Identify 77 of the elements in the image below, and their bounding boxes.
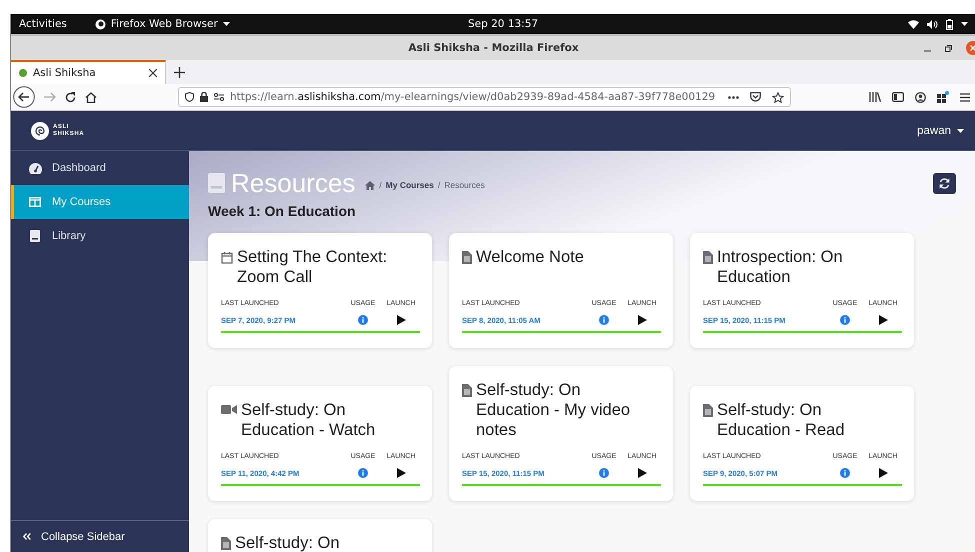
card-title: Setting The Context: Zoom Call [237, 247, 388, 287]
breadcrumb-current: Resources [444, 180, 485, 190]
speaker-icon[interactable] [927, 20, 938, 28]
caret-icon [957, 128, 964, 132]
sidebar-icon[interactable] [892, 92, 904, 102]
refresh-button[interactable] [933, 172, 956, 194]
info-icon[interactable] [358, 315, 368, 325]
app-menu-label: Firefox Web Browser [110, 18, 218, 30]
reload-icon[interactable] [65, 92, 76, 102]
shield-icon[interactable] [185, 92, 194, 102]
book-icon [30, 230, 40, 242]
window-title: Asli Shiksha - Mozilla Firefox [408, 42, 579, 54]
section-heading: Week 1: On Education [208, 203, 357, 219]
play-icon[interactable] [638, 315, 646, 325]
play-icon[interactable] [878, 468, 888, 478]
double-chevron-left-icon [23, 533, 31, 540]
browser-tab[interactable]: Asli Shiksha [11, 60, 166, 84]
lock-icon[interactable] [200, 92, 208, 102]
close-icon[interactable] [149, 69, 157, 77]
card-title: Self-study: On Education - My video notes [476, 380, 632, 440]
columns-icon [29, 197, 41, 207]
card-title: Welcome Note [476, 247, 584, 267]
sidebar-item[interactable]: Library [11, 219, 189, 253]
favicon-icon [19, 69, 27, 77]
gauge-icon [28, 162, 42, 174]
activities-button[interactable]: Activities [19, 18, 67, 30]
video-camera-icon [221, 404, 237, 415]
play-icon[interactable] [878, 315, 888, 325]
account-icon[interactable] [915, 92, 926, 102]
clock[interactable]: Sep 20 13:57 [468, 18, 538, 30]
play-icon[interactable] [396, 468, 406, 478]
sidebar-item[interactable]: Dashboard [11, 151, 189, 185]
breadcrumb-separator: / [438, 180, 440, 190]
url-text: https://learn.aslishiksha.com/my-elearnings/view/d0ab2939-89ad-4584-aa87-39f778e00129 [230, 91, 716, 103]
firefox-icon [94, 18, 106, 30]
logo-icon [31, 122, 49, 140]
document-icon [462, 251, 472, 264]
menu-icon[interactable] [960, 92, 970, 102]
wifi-icon[interactable] [908, 20, 919, 28]
home-icon[interactable] [85, 92, 97, 102]
refresh-icon [939, 178, 950, 188]
back-icon[interactable] [13, 86, 35, 108]
card-title: Self-study: On Education - Watch [241, 400, 376, 440]
extensions-icon[interactable] [937, 91, 949, 103]
battery-icon[interactable] [946, 18, 953, 30]
breadcrumb-link[interactable]: My Courses [386, 180, 434, 190]
user-menu[interactable]: pawan [917, 124, 964, 136]
library-icon[interactable] [869, 92, 881, 102]
info-icon[interactable] [599, 468, 609, 478]
book-icon [208, 173, 225, 193]
pocket-icon[interactable] [750, 92, 761, 102]
document-icon [221, 537, 231, 550]
more-icon[interactable] [728, 96, 739, 98]
card-title: Self-study: On Education - Read [717, 400, 846, 440]
info-icon[interactable] [599, 315, 609, 325]
play-icon[interactable] [396, 315, 406, 325]
play-icon[interactable] [638, 468, 646, 478]
calendar-icon [221, 251, 233, 264]
card-title: Introspection: On Education [717, 247, 844, 287]
app-menu[interactable]: Firefox Web Browser [94, 18, 230, 30]
permissions-icon[interactable] [214, 93, 224, 101]
caret-icon[interactable] [961, 22, 968, 26]
info-icon[interactable] [358, 468, 368, 478]
address-bar[interactable]: https://learn.aslishiksha.com/my-elearnings/view/d0ab2939-89ad-4584-aa87-39f778e00129 [178, 87, 791, 107]
card-title: Self-study: On [235, 533, 340, 552]
breadcrumb-separator: / [379, 180, 382, 190]
info-icon[interactable] [840, 315, 850, 325]
new-tab-icon[interactable] [174, 66, 185, 78]
caret-icon [222, 22, 230, 26]
star-icon[interactable] [772, 92, 784, 102]
document-icon [462, 384, 472, 397]
document-icon [703, 251, 713, 264]
page-title: Resources [231, 168, 356, 198]
document-icon [703, 404, 713, 417]
info-icon[interactable] [840, 468, 850, 478]
restore-icon[interactable] [945, 44, 952, 52]
resource-card[interactable]: Self-study: On [208, 519, 432, 552]
